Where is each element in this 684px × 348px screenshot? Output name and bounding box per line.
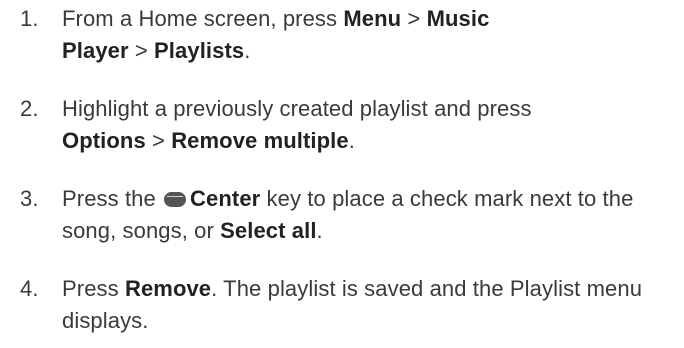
step-2: 2. Highlight a previously created playli…	[20, 93, 680, 157]
center-key-icon	[164, 192, 187, 207]
step-text-run: >	[401, 6, 427, 31]
center-term: Center	[190, 186, 261, 211]
step-text-run: >	[128, 38, 155, 63]
options-term: Options	[62, 128, 146, 153]
remove-term: Remove	[124, 276, 212, 301]
step-text-run: .	[348, 128, 355, 153]
step-number: 2.	[20, 96, 39, 121]
remove-multiple-term: Remove multiple	[171, 128, 349, 153]
step-text: Highlight a previously created playlist …	[62, 93, 680, 157]
step-text: Press Remove. The playlist is saved and …	[62, 273, 680, 337]
step-text: From a Home screen, press Menu > Music Pl…	[62, 3, 680, 67]
music-term: Music	[426, 6, 490, 31]
step-3: 3. Press the Center key to place a check…	[20, 183, 680, 247]
menu-term: Menu	[343, 6, 402, 31]
player-term: Player	[62, 38, 129, 63]
step-text-run: From a Home screen, press	[62, 6, 344, 31]
step-text-run: Press the	[62, 186, 163, 211]
select-all-term: Select all	[220, 218, 317, 243]
step-number: 1.	[20, 6, 39, 31]
playlists-term: Playlists	[154, 38, 245, 63]
step-text-run: .	[316, 218, 323, 243]
step-text: Press the Center key to place a check ma…	[62, 183, 680, 247]
step-number: 4.	[20, 276, 39, 301]
step-text-run: Press	[62, 276, 125, 301]
step-4: 4. Press Remove. The playlist is saved a…	[20, 273, 680, 337]
step-number: 3.	[20, 186, 39, 211]
step-text-run: >	[145, 128, 172, 153]
step-text-run: .	[244, 38, 251, 63]
step-1: 1. From a Home screen, press Menu > Musi…	[20, 3, 680, 67]
step-text-run: Highlight a previously created playlist …	[62, 96, 532, 121]
